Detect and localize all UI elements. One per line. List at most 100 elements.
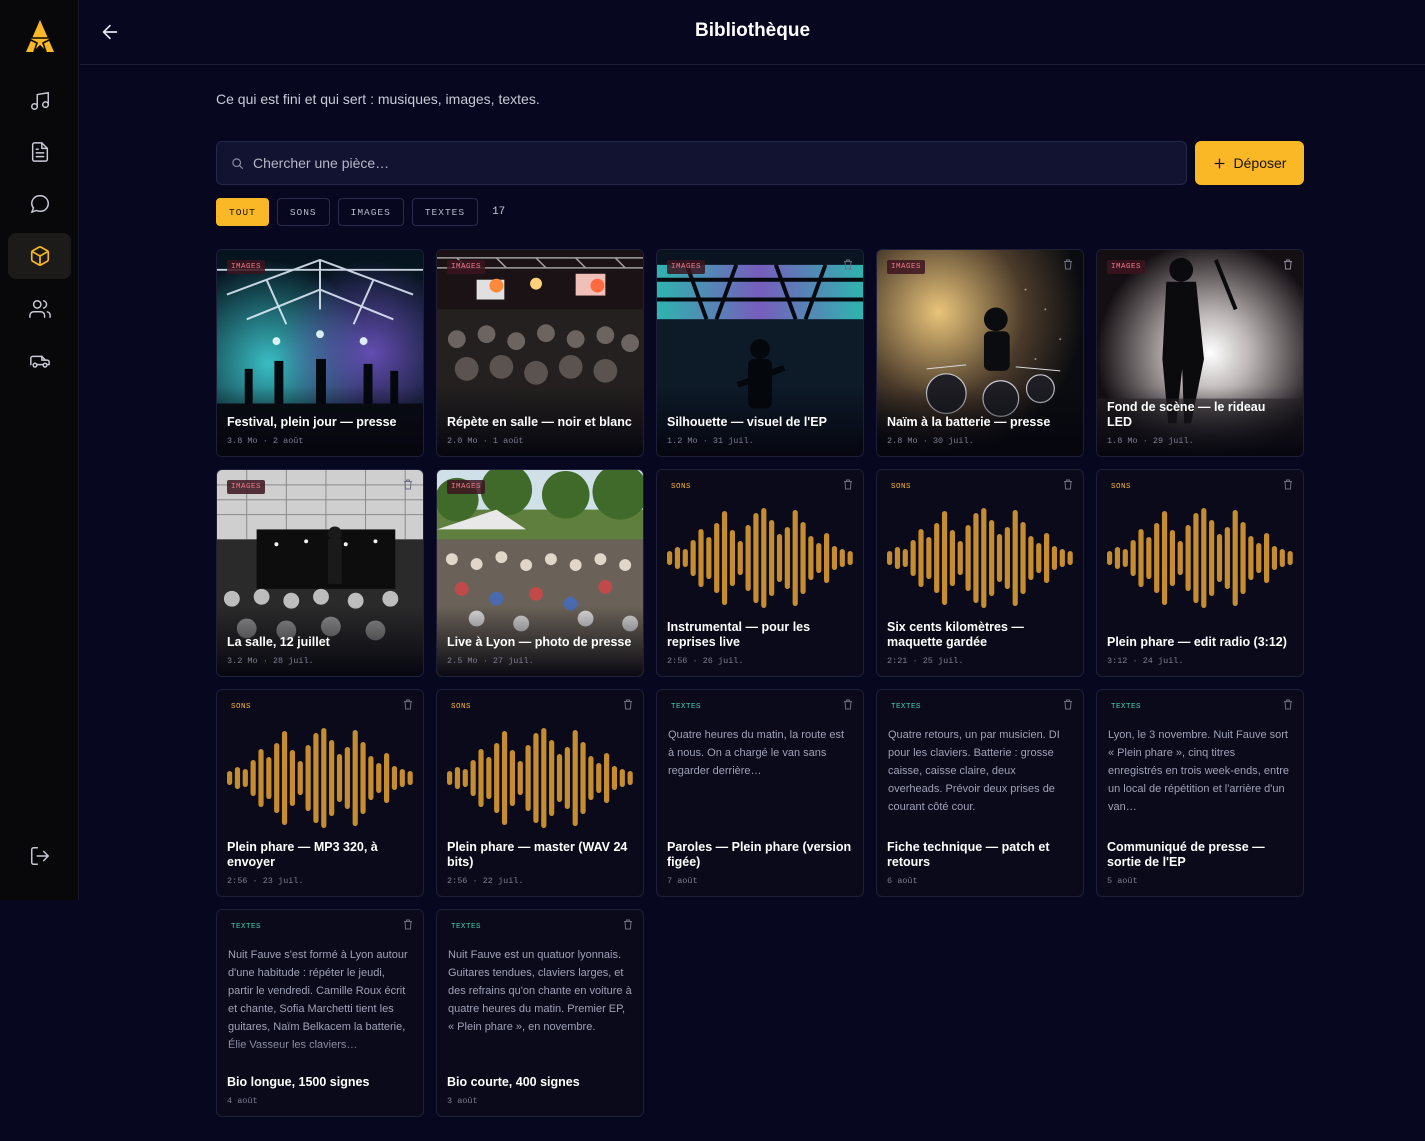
library-card[interactable]: IMAGES Naïm à la batterie — presse 2.8 M… xyxy=(876,249,1084,457)
search-input[interactable] xyxy=(253,142,1153,184)
filter-all[interactable]: TOUT xyxy=(216,198,269,226)
waveform xyxy=(227,728,413,828)
logo-icon[interactable] xyxy=(22,18,58,54)
trash-icon[interactable] xyxy=(843,479,853,490)
sidebar-item-library[interactable] xyxy=(8,233,71,279)
trash-icon[interactable] xyxy=(1283,479,1293,490)
waveform-bar xyxy=(470,760,476,796)
waveform-bar xyxy=(784,527,790,589)
upload-button[interactable]: Déposer xyxy=(1195,141,1304,185)
type-badge: IMAGES xyxy=(447,260,486,274)
library-card[interactable]: TEXTES Quatre heures du matin, la route … xyxy=(656,689,864,897)
type-badge: TEXTES xyxy=(231,923,262,931)
type-badge: IMAGES xyxy=(887,260,926,274)
text-excerpt: Nuit Fauve s'est formé à Lyon autour d'u… xyxy=(228,949,408,1051)
library-card[interactable]: TEXTES Lyon, le 3 novembre. Nuit Fauve s… xyxy=(1096,689,1304,897)
waveform-bar xyxy=(831,546,838,570)
filter-images[interactable]: IMAGES xyxy=(337,198,404,226)
type-badge: SONS xyxy=(451,703,472,711)
waveform-bar xyxy=(894,547,901,569)
library-card[interactable]: IMAGES Répète en salle — noir et blanc 2… xyxy=(436,249,644,457)
trash-icon[interactable] xyxy=(1063,699,1073,710)
library-card[interactable]: IMAGES Festival, plein jour — presse 3.8… xyxy=(216,249,424,457)
card-title: Fiche technique — patch et retours xyxy=(887,840,1050,869)
library-card[interactable]: SONS Six cents kilomètres — maquette gar… xyxy=(876,469,1084,677)
type-badge: SONS xyxy=(671,483,692,491)
trash-icon[interactable] xyxy=(1063,479,1073,490)
waveform-bar xyxy=(1201,508,1207,608)
library-card[interactable]: IMAGES Silhouette — visuel de l'EP 1.2 M… xyxy=(656,249,864,457)
waveform-bar xyxy=(965,525,971,591)
waveform-bar xyxy=(391,766,398,790)
waveform-bar xyxy=(1051,546,1058,570)
waveform-bar xyxy=(541,728,547,828)
waveform-bar xyxy=(1130,540,1136,576)
library-card[interactable]: TEXTES Nuit Fauve est un quatuor lyonnai… xyxy=(436,909,644,1117)
card-meta: 2.0 Mo · 1 août xyxy=(447,436,524,446)
waveform-bar xyxy=(1067,551,1073,565)
waveform-bar xyxy=(667,551,673,565)
text-excerpt: Quatre retours, un par musicien. DI pour… xyxy=(888,729,1060,813)
card-meta: 2:56 · 26 juil. xyxy=(667,656,744,666)
library-card[interactable]: IMAGES La salle, 12 juillet 3.2 Mo · 28 … xyxy=(216,469,424,677)
waveform-bar xyxy=(1216,534,1223,582)
card-title: Bio courte, 400 signes xyxy=(447,1075,580,1089)
filter-bar: TOUT SONS IMAGES TEXTES 17 xyxy=(216,198,505,226)
waveform-bar xyxy=(336,754,343,802)
card-title: Naïm à la batterie — presse xyxy=(887,415,1051,429)
filter-sounds[interactable]: SONS xyxy=(276,198,330,226)
card-meta: 6 août xyxy=(887,876,918,886)
library-card[interactable]: TEXTES Nuit Fauve s'est formé à Lyon aut… xyxy=(216,909,424,1117)
sidebar-item-tour[interactable] xyxy=(8,338,71,384)
sidebar-item-members[interactable] xyxy=(8,286,71,332)
library-card[interactable]: IMAGES Fond de scène — le rideau LED 1.8… xyxy=(1096,249,1304,457)
library-card[interactable]: IMAGES Live à Lyon — photo de presse 2.5… xyxy=(436,469,644,677)
trash-icon[interactable] xyxy=(1283,699,1293,710)
search-bar xyxy=(216,141,1187,185)
trash-icon[interactable] xyxy=(403,479,413,490)
waveform-bar xyxy=(478,749,484,807)
library-card[interactable]: SONS Plein phare — edit radio (3:12) 3:1… xyxy=(1096,469,1304,677)
trash-icon[interactable] xyxy=(1283,259,1293,270)
sidebar-item-music[interactable] xyxy=(8,78,71,124)
trash-icon[interactable] xyxy=(403,919,413,930)
trash-icon[interactable] xyxy=(1063,259,1073,270)
waveform xyxy=(447,728,633,828)
waveform-bar xyxy=(376,763,382,793)
page-title: Bibliothèque xyxy=(694,20,811,41)
waveform-bar xyxy=(250,760,256,796)
waveform-bar xyxy=(776,534,783,582)
waveform-bar xyxy=(1044,533,1050,583)
waveform-bar xyxy=(533,733,539,823)
waveform-bar xyxy=(792,510,798,606)
library-card[interactable]: SONS Plein phare — master (WAV 24 bits) … xyxy=(436,689,644,897)
waveform-bar xyxy=(501,731,508,825)
card-title: Bio longue, 1500 signes xyxy=(227,1075,370,1089)
sidebar-item-documents[interactable] xyxy=(8,129,71,175)
type-badge: IMAGES xyxy=(1107,260,1146,274)
trash-icon[interactable] xyxy=(623,699,633,710)
waveform-bar xyxy=(274,743,280,813)
waveform-bar xyxy=(714,523,720,593)
sidebar-item-messages[interactable] xyxy=(8,181,71,227)
card-meta: 3:12 · 24 juil. xyxy=(1107,656,1184,666)
waveform-bar xyxy=(769,520,775,596)
library-card[interactable]: SONS Plein phare — MP3 320, à envoyer 2:… xyxy=(216,689,424,897)
logout-button[interactable] xyxy=(8,833,71,879)
trash-icon[interactable] xyxy=(843,259,853,270)
waveform-bar xyxy=(454,767,461,789)
type-badge: IMAGES xyxy=(227,480,266,494)
card-meta: 2.5 Mo · 27 juil. xyxy=(447,656,534,666)
trash-icon[interactable] xyxy=(843,699,853,710)
library-card[interactable]: TEXTES Quatre retours, un par musicien. … xyxy=(876,689,1084,897)
search-icon xyxy=(232,158,243,169)
card-title: Six cents kilomètres — maquette gardée xyxy=(887,620,1024,649)
library-card[interactable]: SONS Instrumental — pour les reprises li… xyxy=(656,469,864,677)
waveform-bar xyxy=(1224,527,1230,589)
waveform-bar xyxy=(800,522,806,594)
waveform-bar xyxy=(494,743,500,813)
trash-icon[interactable] xyxy=(623,919,633,930)
waveform-bar xyxy=(682,549,688,567)
filter-texts[interactable]: TEXTES xyxy=(411,198,479,226)
trash-icon[interactable] xyxy=(403,699,413,710)
